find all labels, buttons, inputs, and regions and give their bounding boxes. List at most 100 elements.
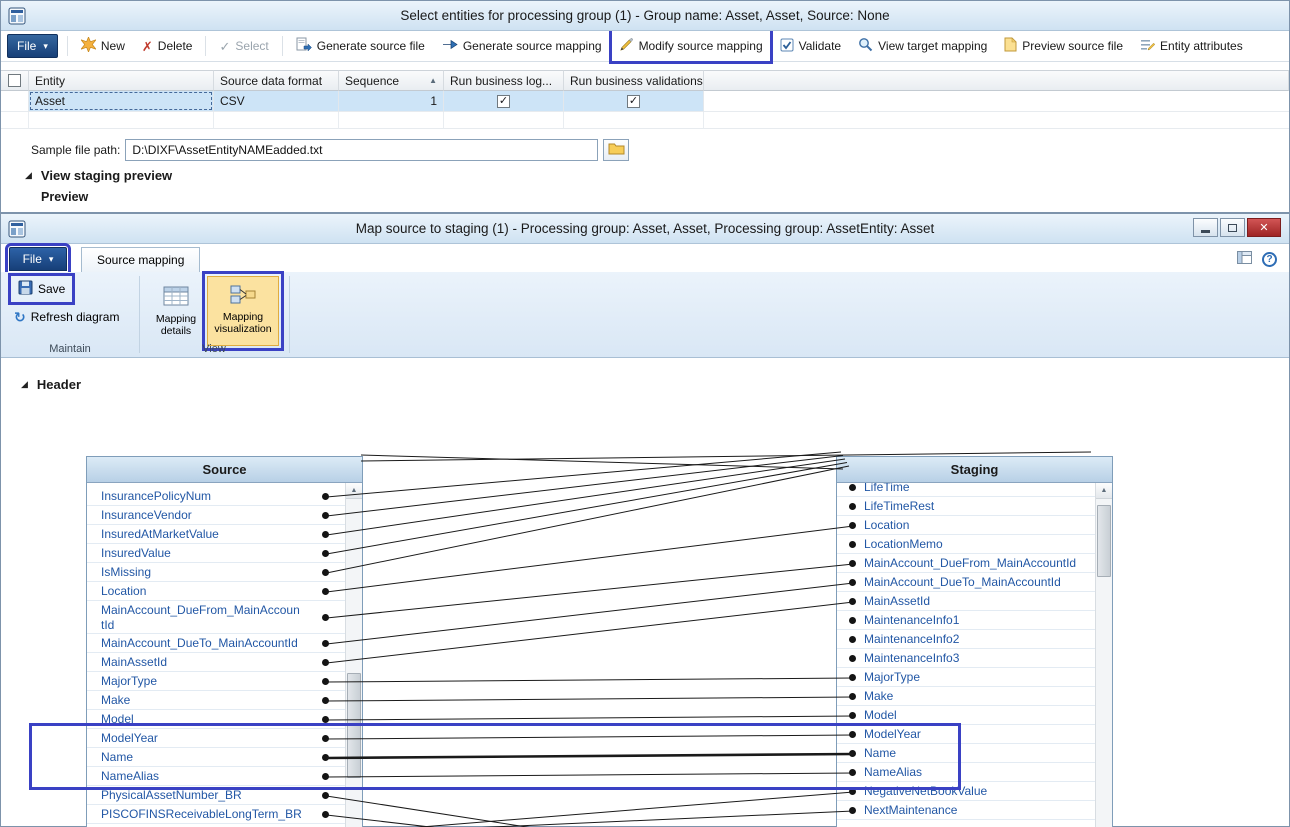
connector-bullet[interactable] [849, 579, 856, 586]
connector-bullet[interactable] [849, 522, 856, 529]
refresh-diagram-button[interactable]: ↻ Refresh diagram [9, 308, 124, 326]
maximize-button[interactable] [1220, 218, 1245, 237]
connector-bullet[interactable] [849, 598, 856, 605]
mapping-visualization-button[interactable]: Mapping visualization [207, 276, 279, 346]
source-field-row[interactable]: PISCOFINSReceivableLongTerm_BR [87, 805, 345, 824]
source-field-row[interactable]: MajorType [87, 672, 345, 691]
staging-field-row[interactable]: ModelYear [837, 725, 1095, 744]
run-business-log-checkbox[interactable] [497, 95, 510, 108]
mapping-details-button[interactable]: Mapping details [149, 278, 203, 344]
staging-field-row[interactable]: MaintenanceInfo3 [837, 649, 1095, 668]
source-field-row[interactable]: InsuranceVendor [87, 506, 345, 525]
connector-bullet[interactable] [322, 659, 329, 666]
sample-file-path-input[interactable] [125, 139, 598, 161]
connector-bullet[interactable] [849, 636, 856, 643]
column-header-sequence[interactable]: Sequence▲ [339, 70, 444, 91]
staging-field-row[interactable]: MainAccount_DueFrom_MainAccountId [837, 554, 1095, 573]
source-field-row[interactable]: PhysicalAssetNumber_BR [87, 786, 345, 805]
help-icon[interactable]: ? [1262, 252, 1277, 267]
connector-bullet[interactable] [322, 811, 329, 818]
connector-bullet[interactable] [849, 693, 856, 700]
staging-field-row[interactable]: MainAssetId [837, 592, 1095, 611]
view-target-mapping-button[interactable]: View target mapping [854, 34, 991, 58]
staging-field-row[interactable]: MaintenanceInfo2 [837, 630, 1095, 649]
cell-entity[interactable]: Asset [29, 91, 214, 112]
staging-field-row[interactable]: MaintenanceInfo1 [837, 611, 1095, 630]
connector-bullet[interactable] [322, 512, 329, 519]
staging-field-row[interactable]: Name [837, 744, 1095, 763]
connector-bullet[interactable] [322, 735, 329, 742]
layout-icon[interactable] [1237, 251, 1252, 267]
connector-bullet[interactable] [849, 788, 856, 795]
scrollbar-thumb[interactable] [1097, 505, 1111, 577]
close-button[interactable]: ✕ [1247, 218, 1281, 237]
cell-run-business-validations[interactable] [564, 91, 704, 112]
staging-field-row[interactable]: Model [837, 706, 1095, 725]
staging-field-row[interactable]: Location [837, 516, 1095, 535]
source-field-row[interactable]: InsuredAtMarketValue [87, 525, 345, 544]
source-field-row[interactable]: Make [87, 691, 345, 710]
staging-scrollbar[interactable]: ▲ [1095, 483, 1112, 827]
connector-bullet[interactable] [849, 712, 856, 719]
save-button[interactable]: Save [13, 278, 70, 300]
connector-bullet[interactable] [322, 754, 329, 761]
source-field-row[interactable]: Model [87, 710, 345, 729]
scroll-up-icon[interactable]: ▲ [346, 483, 362, 499]
staging-field-row[interactable]: Make [837, 687, 1095, 706]
connector-bullet[interactable] [849, 503, 856, 510]
generate-source-mapping-button[interactable]: Generate source mapping [438, 35, 606, 57]
connector-bullet[interactable] [849, 655, 856, 662]
source-field-row[interactable]: NameAlias [87, 767, 345, 786]
generate-source-file-button[interactable]: Generate source file [292, 34, 429, 58]
staging-field-row[interactable]: NegativeNetBookValue [837, 782, 1095, 801]
connector-bullet[interactable] [322, 678, 329, 685]
row-checkbox-cell[interactable] [1, 91, 29, 112]
select-button[interactable]: ✓ Select [215, 36, 272, 56]
connector-bullet[interactable] [849, 617, 856, 624]
connector-bullet[interactable] [322, 773, 329, 780]
connector-bullet[interactable] [322, 550, 329, 557]
connector-bullet[interactable] [322, 716, 329, 723]
collapse-triangle-icon[interactable]: ◢ [21, 379, 28, 390]
run-business-validations-checkbox[interactable] [627, 95, 640, 108]
preview-source-file-button[interactable]: Preview source file [1000, 34, 1127, 58]
connector-bullet[interactable] [322, 588, 329, 595]
select-all-checkbox-cell[interactable] [1, 70, 29, 91]
connector-bullet[interactable] [322, 697, 329, 704]
new-button[interactable]: New [77, 34, 129, 58]
select-all-checkbox[interactable] [8, 74, 21, 87]
connector-bullet[interactable] [322, 569, 329, 576]
staging-field-row[interactable]: MainAccount_DueTo_MainAccountId [837, 573, 1095, 592]
source-field-row[interactable]: InsuredValue [87, 544, 345, 563]
minimize-button[interactable] [1193, 218, 1218, 237]
file-menu-button[interactable]: File ▾ [7, 34, 58, 58]
connector-bullet[interactable] [849, 807, 856, 814]
staging-field-row[interactable]: MajorType [837, 668, 1095, 687]
connector-bullet[interactable] [322, 792, 329, 799]
connector-bullet[interactable] [849, 769, 856, 776]
tab-source-mapping[interactable]: Source mapping [81, 247, 200, 272]
scrollbar-thumb[interactable] [347, 673, 361, 778]
source-scrollbar[interactable]: ▲ [345, 483, 362, 827]
cell-run-business-log[interactable] [444, 91, 564, 112]
source-field-row[interactable]: Name [87, 748, 345, 767]
delete-button[interactable]: ✗ Delete [138, 36, 197, 56]
staging-field-row[interactable]: LifeTime [837, 483, 1095, 497]
staging-field-row[interactable]: LifeTimeRest [837, 497, 1095, 516]
source-field-row[interactable]: ModelYear [87, 729, 345, 748]
cell-sequence[interactable]: 1 [339, 91, 444, 112]
connector-bullet[interactable] [849, 484, 856, 491]
staging-field-row[interactable]: LocationMemo [837, 535, 1095, 554]
source-field-row[interactable]: MainAccount_DueFrom_MainAccountId [87, 601, 345, 634]
source-field-row[interactable]: MainAccount_DueTo_MainAccountId [87, 634, 345, 653]
connector-bullet[interactable] [322, 640, 329, 647]
staging-field-row[interactable]: NameAlias [837, 763, 1095, 782]
column-header-run-business-validations[interactable]: Run business validations [564, 70, 704, 91]
source-field-row[interactable]: InsurancePolicyNum [87, 487, 345, 506]
column-header-source-data-format[interactable]: Source data format [214, 70, 339, 91]
entity-attributes-button[interactable]: Entity attributes [1136, 35, 1247, 58]
source-field-row[interactable]: Location [87, 582, 345, 601]
source-field-row[interactable]: IsMissing [87, 563, 345, 582]
connector-bullet[interactable] [322, 493, 329, 500]
file-tab[interactable]: File ▾ [9, 247, 67, 271]
